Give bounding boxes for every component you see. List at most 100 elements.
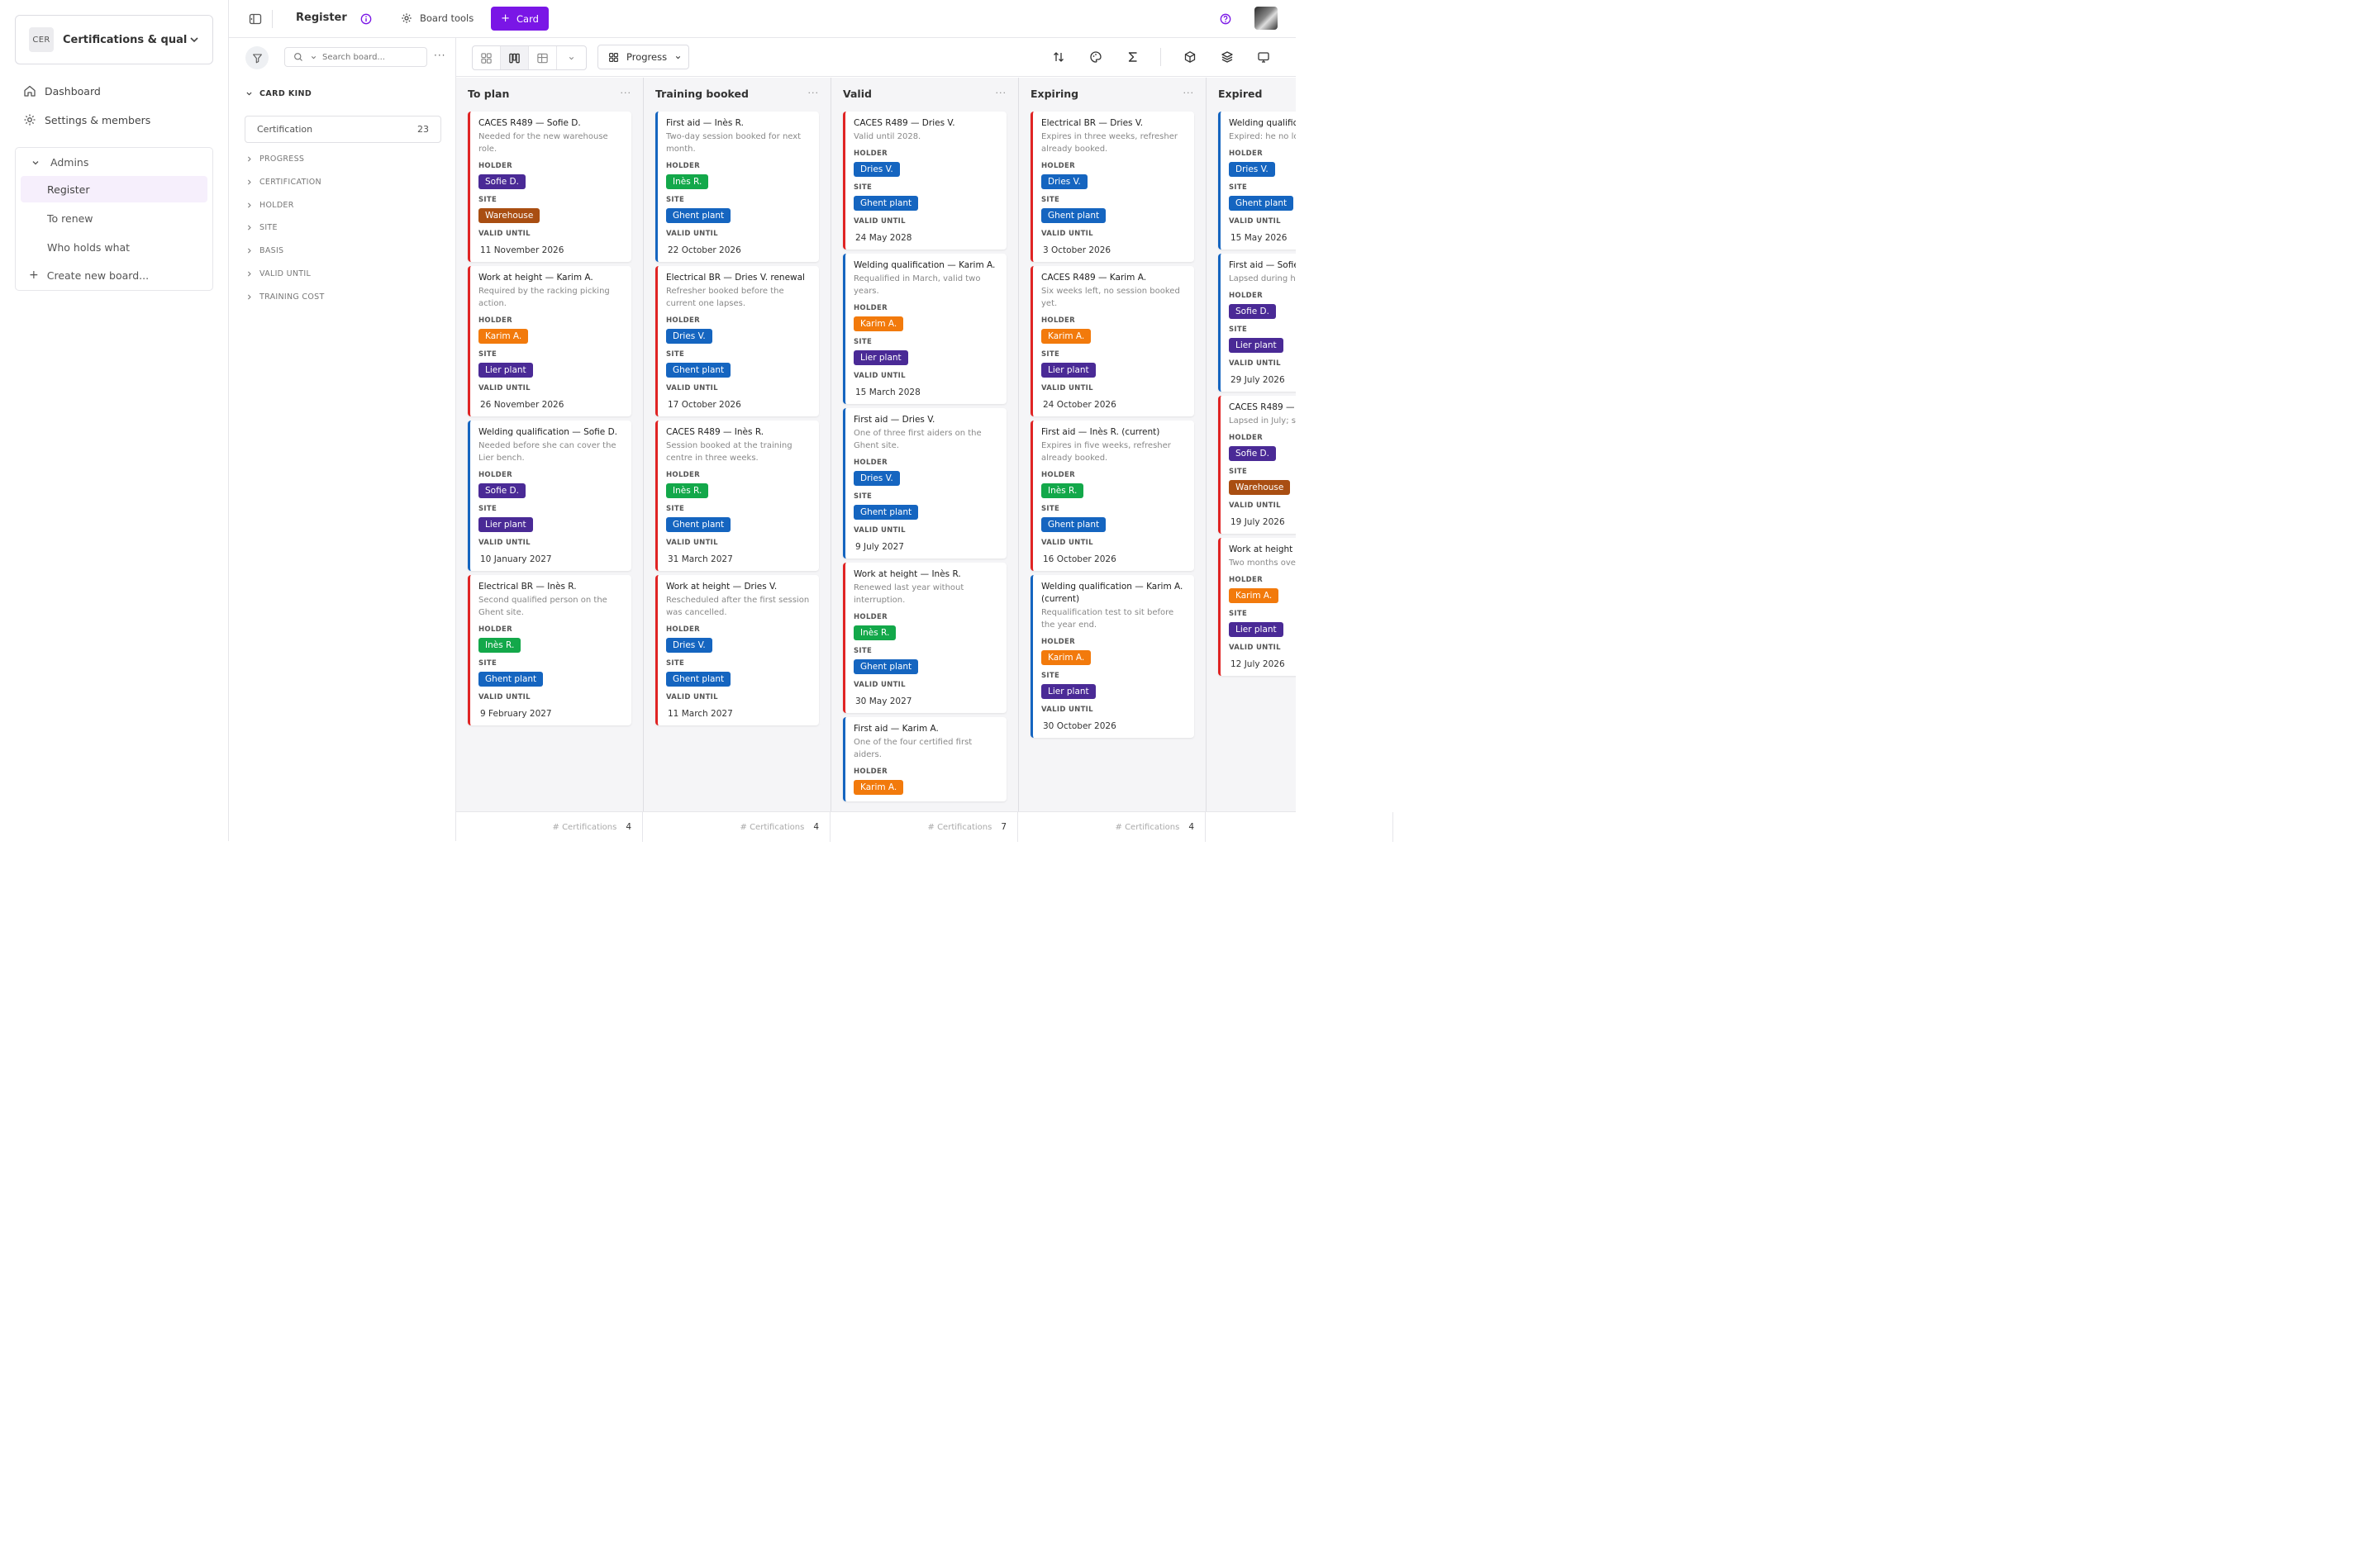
view-more-button[interactable] xyxy=(557,46,586,69)
site-tag[interactable]: Ghent plant xyxy=(1041,208,1107,223)
nav-settings[interactable]: Settings & members xyxy=(23,113,150,126)
filter-group-certification[interactable]: CERTIFICATION xyxy=(245,178,321,187)
filter-group-training-cost[interactable]: TRAINING COST xyxy=(245,292,325,302)
holder-tag[interactable]: Inès R. xyxy=(666,483,709,498)
site-tag[interactable]: Ghent plant xyxy=(1229,196,1294,211)
site-tag[interactable]: Lier plant xyxy=(854,350,908,365)
holder-tag[interactable]: Karim A. xyxy=(1041,329,1092,344)
board-card[interactable]: Welding qualification — Sofie D. Needed b… xyxy=(468,421,631,571)
column-more-icon[interactable]: ··· xyxy=(1183,88,1195,98)
holder-tag[interactable]: Karim A. xyxy=(1229,588,1279,603)
site-tag[interactable]: Lier plant xyxy=(1041,363,1096,378)
help-icon[interactable] xyxy=(1220,13,1231,25)
filter-group-progress[interactable]: PROGRESS xyxy=(245,154,304,164)
board-card[interactable]: Electrical BR — Dries V. renewal Refreshe… xyxy=(655,266,819,416)
holder-tag[interactable]: Inès R. xyxy=(666,174,709,189)
board-card[interactable]: First aid — Dries V. One of three first a… xyxy=(843,408,1007,559)
board-card[interactable]: CACES R489 — Lapsed in July; sh since. HOL… xyxy=(1218,396,1296,534)
board-item-register[interactable]: Register xyxy=(21,176,207,202)
holder-tag[interactable]: Sofie D. xyxy=(1229,304,1276,319)
filter-group-basis[interactable]: BASIS xyxy=(245,246,283,255)
filter-group-holder[interactable]: HOLDER xyxy=(245,201,294,210)
cube-icon[interactable] xyxy=(1183,50,1197,64)
holder-tag[interactable]: Dries V. xyxy=(854,162,900,177)
filter-group-valid-until[interactable]: VALID UNTIL xyxy=(245,269,311,278)
site-tag[interactable]: Ghent plant xyxy=(666,363,731,378)
site-tag[interactable]: Ghent plant xyxy=(666,672,731,687)
group-by-select[interactable]: Progress xyxy=(597,45,689,69)
board-card[interactable]: CACES R489 — Karim A. Six weeks left, no … xyxy=(1031,266,1194,416)
holder-tag[interactable]: Dries V. xyxy=(666,638,712,653)
holder-tag[interactable]: Karim A. xyxy=(478,329,529,344)
board-card[interactable]: First aid — Inès R. (current) Expires in … xyxy=(1031,421,1194,571)
site-tag[interactable]: Ghent plant xyxy=(1041,517,1107,532)
board-card[interactable]: Work at height — Inès R. Renewed last yea… xyxy=(843,563,1007,713)
sum-icon[interactable] xyxy=(1126,50,1140,64)
holder-tag[interactable]: Karim A. xyxy=(854,316,904,331)
board-card[interactable]: CACES R489 — Inès R. Session booked at th… xyxy=(655,421,819,571)
holder-tag[interactable]: Sofie D. xyxy=(478,483,526,498)
holder-tag[interactable]: Inès R. xyxy=(478,638,521,653)
board-card[interactable]: Welding qualification — Karim A. (curren… xyxy=(1031,575,1194,738)
column-more-icon[interactable]: ··· xyxy=(996,88,1007,98)
board-card[interactable]: CACES R489 — Dries V. Valid until 2028. HO… xyxy=(843,112,1007,250)
site-tag[interactable]: Lier plant xyxy=(1041,684,1096,699)
site-tag[interactable]: Ghent plant xyxy=(666,517,731,532)
monitor-icon[interactable] xyxy=(1257,50,1270,64)
filter-group-card-kind[interactable]: CARD KIND xyxy=(245,89,312,98)
palette-icon[interactable] xyxy=(1089,50,1102,64)
board-card[interactable]: Electrical BR — Inès R. Second qualified … xyxy=(468,575,631,725)
sidebar-toggle-icon[interactable] xyxy=(249,12,262,26)
site-tag[interactable]: Ghent plant xyxy=(478,672,544,687)
column-more-icon[interactable]: ··· xyxy=(621,88,632,98)
site-tag[interactable]: Warehouse xyxy=(478,208,540,223)
board-card[interactable]: Work at height — Karim A. Required by the… xyxy=(468,266,631,416)
search-box[interactable] xyxy=(284,47,427,67)
holder-tag[interactable]: Inès R. xyxy=(854,625,897,640)
board-card[interactable]: Work at height — (lapsed) Two months ove … xyxy=(1218,538,1296,676)
holder-tag[interactable]: Karim A. xyxy=(854,780,904,795)
view-kanban-button[interactable] xyxy=(501,46,529,69)
card-kind-option[interactable]: Certification 23 xyxy=(245,116,441,143)
site-tag[interactable]: Ghent plant xyxy=(666,208,731,223)
search-input[interactable] xyxy=(322,52,421,62)
holder-tag[interactable]: Sofie D. xyxy=(478,174,526,189)
board-card[interactable]: First aid — Karim A. One of the four cert… xyxy=(843,717,1007,801)
board-card[interactable]: Welding qualification — Karim A. Requalif… xyxy=(843,254,1007,404)
board-card[interactable]: CACES R489 — Sofie D. Needed for the new … xyxy=(468,112,631,262)
holder-tag[interactable]: Karim A. xyxy=(1041,650,1092,665)
board-card[interactable]: Welding qualific Expired: he no lo welded… xyxy=(1218,112,1296,250)
board-item-who-holds-what[interactable]: Who holds what xyxy=(21,234,207,260)
site-tag[interactable]: Lier plant xyxy=(478,517,533,532)
board-card[interactable]: First aid — Sofie Lapsed during he replan… xyxy=(1218,254,1296,392)
filter-group-site[interactable]: SITE xyxy=(245,223,278,232)
board-item-to-renew[interactable]: To renew xyxy=(21,205,207,231)
holder-tag[interactable]: Inès R. xyxy=(1041,483,1084,498)
holder-tag[interactable]: Dries V. xyxy=(854,471,900,486)
site-tag[interactable]: Ghent plant xyxy=(854,196,919,211)
holder-tag[interactable]: Sofie D. xyxy=(1229,446,1276,461)
site-tag[interactable]: Lier plant xyxy=(478,363,533,378)
board-card[interactable]: First aid — Inès R. Two-day session booke… xyxy=(655,112,819,262)
site-tag[interactable]: Ghent plant xyxy=(854,505,919,520)
view-grid-button[interactable] xyxy=(473,46,501,69)
site-tag[interactable]: Ghent plant xyxy=(854,659,919,674)
create-board-button[interactable]: + Create new board... xyxy=(29,269,149,282)
site-tag[interactable]: Lier plant xyxy=(1229,338,1283,353)
column-more-icon[interactable]: ··· xyxy=(808,88,820,98)
more-options-icon[interactable]: ··· xyxy=(434,50,445,61)
layers-icon[interactable] xyxy=(1221,50,1234,64)
holder-tag[interactable]: Dries V. xyxy=(666,329,712,344)
nav-dashboard[interactable]: Dashboard xyxy=(23,84,101,97)
add-card-button[interactable]: + Card xyxy=(491,7,549,31)
board-group-admins[interactable]: Admins xyxy=(31,156,88,169)
avatar[interactable] xyxy=(1254,7,1278,30)
info-icon[interactable] xyxy=(360,13,372,25)
holder-tag[interactable]: Dries V. xyxy=(1041,174,1088,189)
board-card[interactable]: Electrical BR — Dries V. Expires in three… xyxy=(1031,112,1194,262)
site-tag[interactable]: Warehouse xyxy=(1229,480,1291,495)
sort-icon[interactable] xyxy=(1052,50,1065,64)
filter-button[interactable] xyxy=(245,46,269,69)
board-card[interactable]: Work at height — Dries V. Rescheduled aft… xyxy=(655,575,819,725)
site-tag[interactable]: Lier plant xyxy=(1229,622,1283,637)
